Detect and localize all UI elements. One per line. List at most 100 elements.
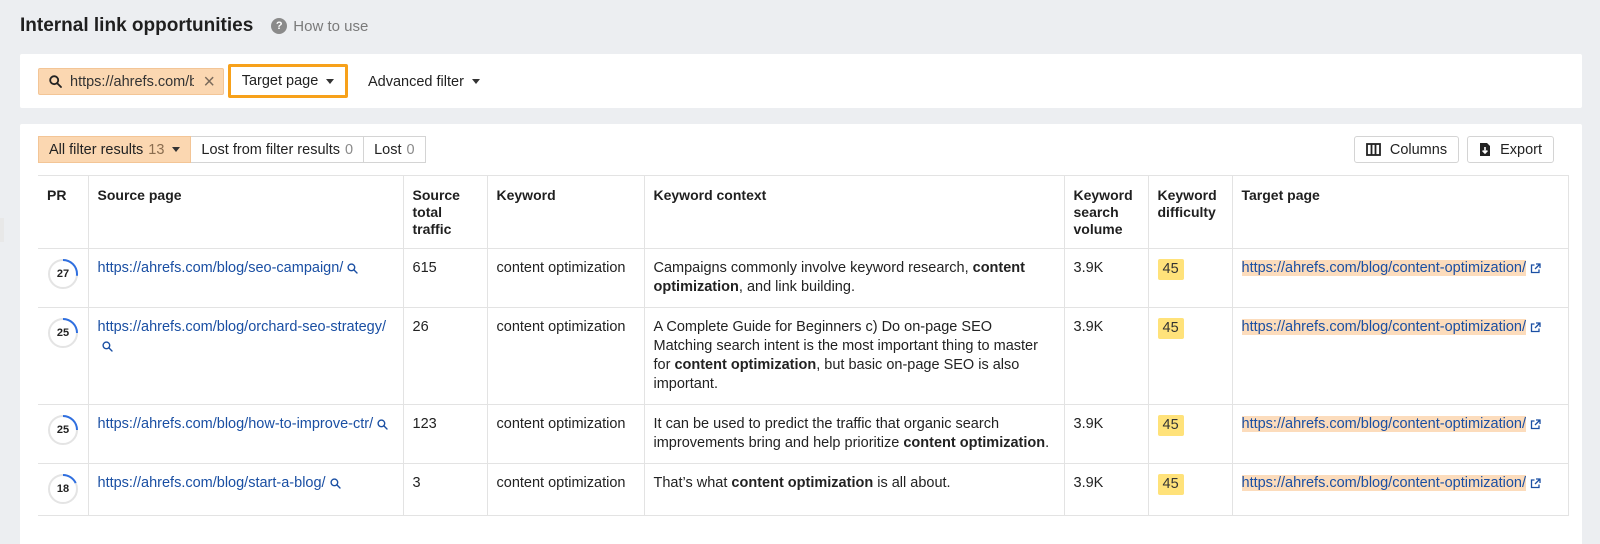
context-text: Campaigns commonly involve keyword resea…	[653, 260, 973, 276]
pr-cell: 18	[38, 463, 89, 516]
source-page-link[interactable]: https://ahrefs.com/blog/how-to-improve-c…	[98, 416, 374, 432]
header-source-traffic[interactable]: Source total traffic	[402, 175, 488, 249]
tab-lost-from-filter-results[interactable]: Lost from filter results 0	[191, 136, 365, 163]
how-to-use-link[interactable]: ? How to use	[271, 18, 368, 35]
context-text: is all about.	[873, 475, 951, 491]
tab-all-filter-results[interactable]: All filter results 13	[38, 136, 192, 163]
kd-badge: 45	[1157, 318, 1184, 339]
table-row: 18 https://ahrefs.com/blog/start-a-blog/3…	[38, 463, 1569, 516]
export-button[interactable]: Export	[1467, 136, 1554, 163]
kd-cell: 45	[1147, 404, 1233, 464]
search-icon[interactable]	[377, 419, 388, 430]
volume-cell: 3.9K	[1063, 404, 1149, 464]
header-keyword-difficulty[interactable]: Keyword difficulty	[1147, 175, 1233, 249]
tab-label: All filter results	[49, 141, 144, 158]
external-link-icon[interactable]	[1530, 419, 1541, 430]
kd-badge: 45	[1157, 259, 1184, 280]
search-input[interactable]: https://ahrefs.com/blog/content-optimiza…	[38, 68, 224, 95]
table-row: 25 https://ahrefs.com/blog/how-to-improve…	[38, 404, 1569, 464]
header-target-page[interactable]: Target page	[1231, 175, 1569, 249]
kd-cell: 45	[1147, 307, 1233, 405]
pr-gauge: 18	[47, 473, 79, 505]
target-page-cell: https://ahrefs.com/blog/content-optimiza…	[1231, 404, 1569, 464]
results-tabs: All filter results 13 Lost from filter r…	[38, 136, 426, 163]
how-to-use-label: How to use	[293, 17, 369, 35]
clear-search-icon[interactable]: ×	[203, 71, 215, 93]
caret-down-icon	[471, 79, 480, 84]
header-keyword-context[interactable]: Keyword context	[643, 175, 1065, 249]
tab-count: 0	[406, 141, 415, 158]
source-page-cell: https://ahrefs.com/blog/orchard-seo-stra…	[87, 307, 404, 405]
source-page-link[interactable]: https://ahrefs.com/blog/seo-campaign/	[98, 260, 344, 276]
search-icon	[49, 75, 62, 88]
columns-label: Columns	[1389, 141, 1448, 158]
pr-cell: 25	[38, 404, 89, 464]
source-page-link[interactable]: https://ahrefs.com/blog/start-a-blog/	[98, 475, 326, 491]
target-page-link[interactable]: https://ahrefs.com/blog/content-optimiza…	[1241, 260, 1527, 276]
left-edge-handle	[0, 218, 4, 242]
search-icon[interactable]	[329, 478, 341, 489]
context-keyword: content optimization	[903, 435, 1046, 451]
page-header: Internal link opportunities ? How to use	[20, 14, 368, 38]
pr-value: 18	[56, 482, 70, 495]
search-value: https://ahrefs.com/blog/content-optimiza…	[70, 73, 194, 90]
context-text: , and link building.	[738, 279, 855, 295]
pr-value: 25	[56, 423, 70, 436]
volume-cell: 3.9K	[1063, 463, 1149, 516]
pr-gauge: 27	[47, 258, 79, 290]
question-icon: ?	[271, 18, 288, 34]
target-page-dropdown[interactable]: Target page	[228, 64, 348, 98]
keyword-cell: content optimization	[486, 463, 645, 516]
export-label: Export	[1500, 141, 1542, 158]
tab-count: 0	[345, 141, 354, 158]
external-link-icon[interactable]	[1530, 263, 1541, 274]
search-icon[interactable]	[101, 341, 113, 352]
kd-badge: 45	[1157, 474, 1184, 495]
source-page-cell: https://ahrefs.com/blog/how-to-improve-c…	[87, 404, 404, 464]
tab-lost[interactable]: Lost 0	[364, 136, 426, 163]
target-page-link[interactable]: https://ahrefs.com/blog/content-optimiza…	[1241, 475, 1527, 491]
target-page-cell: https://ahrefs.com/blog/content-optimiza…	[1231, 307, 1569, 405]
source-page-link[interactable]: https://ahrefs.com/blog/orchard-seo-stra…	[98, 319, 387, 335]
header-keyword[interactable]: Keyword	[486, 175, 645, 249]
advanced-filter-dropdown[interactable]: Advanced filter	[368, 68, 480, 95]
target-page-link[interactable]: https://ahrefs.com/blog/content-optimiza…	[1241, 416, 1527, 432]
caret-down-icon	[326, 78, 335, 84]
header-source-page[interactable]: Source page	[87, 175, 404, 249]
kd-cell: 45	[1147, 463, 1233, 516]
target-page-link[interactable]: https://ahrefs.com/blog/content-optimiza…	[1241, 319, 1527, 335]
table-row: 25 https://ahrefs.com/blog/orchard-seo-st…	[38, 307, 1569, 405]
target-page-cell: https://ahrefs.com/blog/content-optimiza…	[1231, 463, 1569, 516]
page-title: Internal link opportunities	[20, 15, 254, 36]
table-row: 27 https://ahrefs.com/blog/seo-campaign/6…	[38, 248, 1569, 308]
context-text: That’s what	[653, 475, 732, 491]
header-pr[interactable]: PR	[38, 175, 89, 249]
keyword-context-cell: Campaigns commonly involve keyword resea…	[643, 248, 1065, 308]
volume-cell: 3.9K	[1063, 307, 1149, 405]
tab-count: 13	[148, 141, 165, 158]
table-header-row: PR Source page Source total traffic Keyw…	[38, 175, 1569, 249]
export-file-icon	[1480, 143, 1491, 156]
columns-button[interactable]: Columns	[1353, 136, 1460, 163]
keyword-context-cell: It can be used to predict the traffic th…	[643, 404, 1065, 464]
traffic-cell: 615	[402, 248, 488, 308]
filter-panel: https://ahrefs.com/blog/content-optimiza…	[20, 54, 1582, 108]
pr-gauge: 25	[47, 317, 79, 349]
pr-cell: 25	[38, 307, 89, 405]
context-keyword: content optimization	[674, 357, 817, 373]
pr-value: 25	[56, 326, 70, 339]
caret-down-icon	[172, 147, 181, 152]
advanced-filter-label: Advanced filter	[368, 73, 464, 90]
context-text: .	[1045, 435, 1050, 451]
keyword-cell: content optimization	[486, 248, 645, 308]
keyword-context-cell: A Complete Guide for Beginners c) Do on-…	[643, 307, 1065, 405]
external-link-icon[interactable]	[1530, 478, 1541, 489]
target-page-cell: https://ahrefs.com/blog/content-optimiza…	[1231, 248, 1569, 308]
context-keyword: content optimization	[731, 475, 874, 491]
search-icon[interactable]	[347, 263, 359, 274]
target-page-label: Target page	[241, 73, 319, 89]
source-page-cell: https://ahrefs.com/blog/seo-campaign/	[87, 248, 404, 308]
table-toolbar: Columns Export	[1353, 136, 1554, 163]
header-search-volume[interactable]: Keyword search volume	[1063, 175, 1149, 249]
external-link-icon[interactable]	[1530, 322, 1541, 333]
